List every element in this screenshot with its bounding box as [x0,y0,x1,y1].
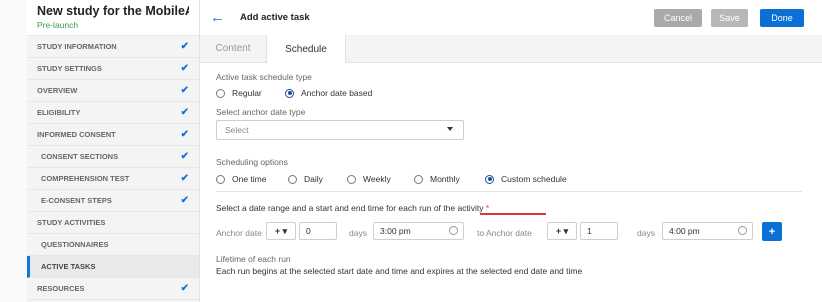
sidebar-item-label: OVERVIEW [37,86,78,95]
start-days-input[interactable]: 0 [299,222,337,240]
radio-weekly-label: Weekly [363,174,391,184]
check-icon: ✔ [180,41,189,52]
sidebar-item-label: COMPREHENSION TEST [41,174,130,183]
sidebar-item-study-activities[interactable]: STUDY ACTIVITIES [27,212,199,234]
date-range-label: Select a date range and a start and end … [216,203,489,213]
sidebar-item-label: CONSENT SECTIONS [41,152,119,161]
radio-monthly[interactable]: Monthly [414,174,460,184]
sidebar-item-label: ELIGIBILITY [37,108,81,117]
sidebar-item-label: ACTIVE TASKS [41,262,96,271]
sidebar-item-active-tasks[interactable]: ACTIVE TASKS [27,256,199,278]
anchor-date-type-select[interactable]: Select [216,120,464,140]
end-days-input[interactable]: 1 [580,222,618,240]
check-icon: ✔ [180,63,189,74]
caret-down-icon [447,127,453,131]
check-icon: ✔ [180,85,189,96]
to-anchor-date-label: to Anchor date [477,228,532,238]
anchor-type-label: Select anchor date type [216,107,306,117]
cancel-button[interactable]: Cancel [654,9,702,27]
sidebar-item-study-settings[interactable]: STUDY SETTINGS ✔ [27,58,199,80]
check-icon: ✔ [180,129,189,140]
sidebar-item-questionnaires[interactable]: QUESTIONNAIRES [27,234,199,256]
radio-regular-circle[interactable] [216,88,225,98]
sidebar-item-label: INFORMED CONSENT [37,130,116,139]
anchor-date-type-value: Select [225,125,249,135]
start-sign-dropdown[interactable]: + ▾ [266,222,296,240]
radio-regular[interactable]: Regular [216,88,262,98]
check-icon: ✔ [180,195,189,206]
done-button[interactable]: Done [760,9,804,27]
radio-one-time[interactable]: One time [216,174,267,184]
sidebar-item-label: E-CONSENT STEPS [41,196,112,205]
validation-underline [480,213,546,215]
radio-one-time-label: One time [232,174,267,184]
required-asterisk: * [485,203,490,213]
end-sign-dropdown[interactable]: + ▾ [547,222,577,240]
check-icon: ✔ [180,107,189,118]
sidebar-item-resources[interactable]: RESOURCES ✔ [27,278,199,300]
radio-daily[interactable]: Daily [288,174,323,184]
start-days-label: days [349,228,367,238]
radio-daily-circle[interactable] [288,174,297,184]
sidebar-item-eligibility[interactable]: ELIGIBILITY ✔ [27,102,199,124]
sidebar-item-label: STUDY ACTIVITIES [37,218,106,227]
end-time-value: 4:00 pm [669,226,700,236]
section-divider [216,191,802,192]
sidebar-item-study-information[interactable]: STUDY INFORMATION ✔ [27,36,199,58]
tab-content[interactable]: Content [200,35,266,62]
radio-custom-schedule-circle[interactable] [485,174,494,184]
radio-one-time-circle[interactable] [216,174,225,184]
radio-monthly-circle[interactable] [414,174,423,184]
clock-icon [449,226,458,235]
sidebar-item-e-consent-steps[interactable]: E-CONSENT STEPS ✔ [27,190,199,212]
back-arrow-icon[interactable]: ← [210,9,230,26]
page-title: Add active task [240,12,310,23]
study-sidebar: New study for the MobileA... Pre-launch … [27,0,200,302]
scheduling-options-label: Scheduling options [216,157,288,167]
radio-anchor-date-based-label: Anchor date based [301,88,373,98]
date-range-text: Select a date range and a start and end … [216,203,484,213]
sidebar-header: New study for the MobileA... Pre-launch [27,0,199,36]
lifetime-label: Lifetime of each run [216,254,291,264]
sidebar-item-overview[interactable]: OVERVIEW ✔ [27,80,199,102]
tab-schedule[interactable]: Schedule [266,35,346,63]
save-button[interactable]: Save [711,9,748,27]
sidebar-item-informed-consent[interactable]: INFORMED CONSENT ✔ [27,124,199,146]
sidebar-item-label: STUDY INFORMATION [37,42,117,51]
radio-regular-label: Regular [232,88,262,98]
radio-monthly-label: Monthly [430,174,460,184]
left-gutter [0,0,27,302]
lifetime-description: Each run begins at the selected start da… [216,266,583,276]
clock-icon [738,226,747,235]
end-time-input[interactable]: 4:00 pm [662,222,753,240]
end-days-label: days [637,228,655,238]
radio-weekly-circle[interactable] [347,174,356,184]
add-run-button[interactable]: + [762,222,782,241]
sidebar-item-consent-sections[interactable]: CONSENT SECTIONS ✔ [27,146,199,168]
radio-anchor-date-based[interactable]: Anchor date based [285,88,372,98]
radio-weekly[interactable]: Weekly [347,174,391,184]
study-title: New study for the MobileA... [37,4,189,18]
radio-anchor-date-based-circle[interactable] [285,88,294,98]
check-icon: ✔ [180,151,189,162]
sidebar-item-label: RESOURCES [37,284,85,293]
check-icon: ✔ [180,283,189,294]
tab-bar: Content Schedule [200,35,822,63]
start-time-value: 3:00 pm [380,226,411,236]
sidebar-item-label: QUESTIONNAIRES [41,240,109,249]
sidebar-item-label: STUDY SETTINGS [37,64,102,73]
top-bar: ← Add active task Cancel Save Done [200,0,822,36]
radio-custom-schedule[interactable]: Custom schedule [485,174,567,184]
radio-custom-schedule-label: Custom schedule [501,174,567,184]
schedule-type-label: Active task schedule type [216,72,312,82]
check-icon: ✔ [180,173,189,184]
study-status: Pre-launch [37,20,79,30]
radio-daily-label: Daily [304,174,323,184]
sidebar-nav: STUDY INFORMATION ✔ STUDY SETTINGS ✔ OVERVIE… [27,36,199,300]
sidebar-item-comprehension-test[interactable]: COMPREHENSION TEST ✔ [27,168,199,190]
anchor-date-label: Anchor date [216,228,262,238]
start-time-input[interactable]: 3:00 pm [373,222,464,240]
